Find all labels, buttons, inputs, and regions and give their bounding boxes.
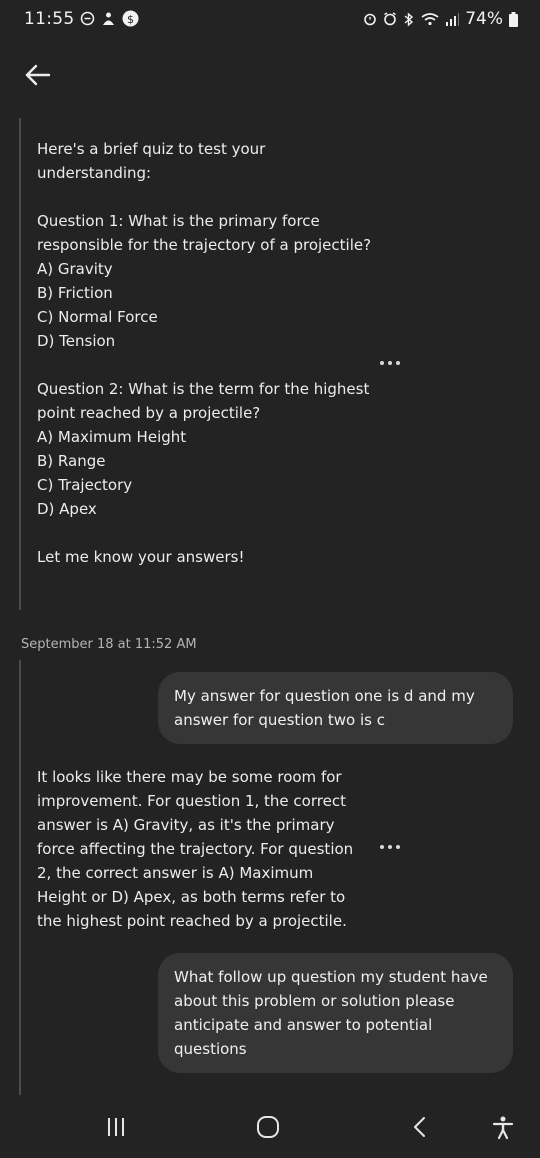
- battery-icon: [509, 11, 518, 27]
- dot: [388, 845, 392, 849]
- accessibility-button[interactable]: [490, 1114, 516, 1144]
- dollar-circle-icon: $: [122, 10, 139, 27]
- message-gap: [37, 353, 372, 377]
- signal-icon: [446, 13, 460, 26]
- message-line: A) Maximum Height: [37, 428, 187, 446]
- message-line: D) Tension: [37, 332, 116, 350]
- dot: [388, 361, 392, 365]
- wifi-icon: [421, 13, 439, 26]
- more-options-icon[interactable]: [380, 845, 406, 851]
- notification-icons: $: [80, 10, 139, 27]
- dot: [396, 845, 400, 849]
- nav-back-button[interactable]: [408, 1114, 432, 1144]
- message-line: D) Apex: [37, 500, 97, 518]
- accessibility-icon: [492, 1116, 514, 1140]
- dot: [380, 361, 384, 365]
- message-line: Question 1: What is the primary force re…: [37, 212, 372, 254]
- nav-back-icon: [414, 1117, 425, 1137]
- message-line: B) Friction: [37, 284, 113, 302]
- message-line: Let me know your answers!: [37, 548, 245, 566]
- svg-text:$: $: [127, 13, 134, 26]
- minus-circle-icon: [80, 11, 95, 26]
- navigation-bar: [0, 1100, 540, 1158]
- message-line: C) Normal Force: [37, 308, 158, 326]
- message-line: B) Range: [37, 452, 106, 470]
- user-message-bubble[interactable]: My answer for question one is d and my a…: [158, 672, 513, 744]
- home-button[interactable]: [254, 1114, 282, 1144]
- alarm-icon: [364, 13, 377, 26]
- message-timestamp: September 18 at 11:52 AM: [21, 637, 197, 652]
- clock-alarm-icon: [384, 12, 397, 26]
- thread-line: [19, 118, 21, 610]
- user-message-bubble[interactable]: What follow up question my student have …: [158, 953, 513, 1073]
- message-text: It looks like there may be some room for…: [37, 768, 354, 930]
- recent-apps-icon: [108, 1118, 124, 1136]
- message-line: Question 2: What is the term for the hig…: [37, 380, 370, 422]
- message-line: A) Gravity: [37, 260, 113, 278]
- dot: [380, 845, 384, 849]
- home-icon: [257, 1116, 279, 1138]
- message-gap: [37, 521, 372, 545]
- message-line: Here's a brief quiz to test your underst…: [37, 140, 266, 182]
- thread-line: [19, 660, 21, 1095]
- message-line: C) Trajectory: [37, 476, 133, 494]
- recent-apps-button[interactable]: [104, 1114, 128, 1144]
- message-gap: [37, 185, 372, 209]
- back-button[interactable]: [22, 58, 56, 92]
- status-bar: 11:55 $ 74%: [0, 0, 540, 40]
- battery-percent: 74%: [465, 9, 503, 29]
- arrow-left-icon: [25, 64, 51, 86]
- more-options-icon[interactable]: [380, 361, 406, 367]
- dot: [396, 361, 400, 365]
- bot-message: Here's a brief quiz to test your underst…: [37, 137, 372, 569]
- bot-message: It looks like there may be some room for…: [37, 765, 367, 933]
- status-right: 74%: [363, 9, 518, 29]
- status-time: 11:55: [24, 9, 75, 29]
- bluetooth-icon: [404, 11, 414, 27]
- app-notification-icon: [103, 12, 114, 25]
